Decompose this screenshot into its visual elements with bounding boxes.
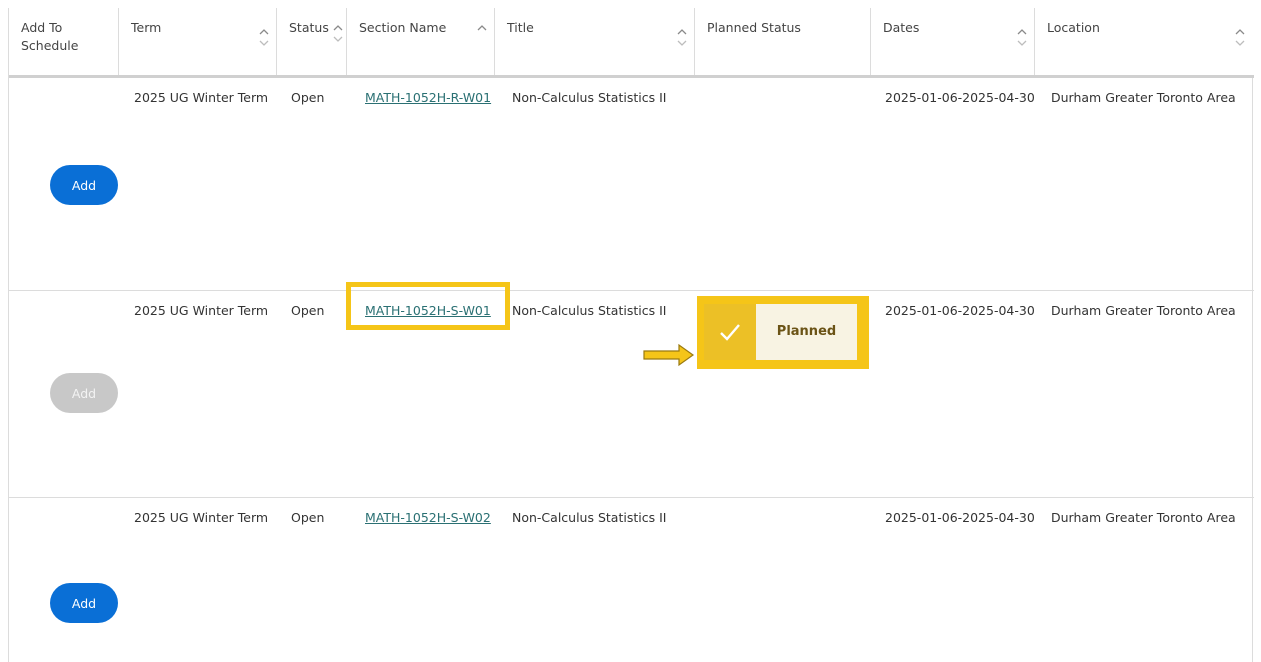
title-cell: Non-Calculus Statistics II: [512, 303, 667, 318]
sort-up-down-icon[interactable]: [259, 28, 269, 48]
term-cell: 2025 UG Winter Term: [134, 90, 269, 105]
term-cell: 2025 UG Winter Term: [134, 510, 269, 525]
column-header-add-to-schedule: Add To Schedule: [9, 8, 119, 75]
column-header-label: Title: [507, 20, 534, 35]
title-cell: Non-Calculus Statistics II: [512, 90, 667, 105]
location-cell: Durham Greater Toronto Area: [1051, 303, 1236, 318]
section-name-link[interactable]: MATH-1052H-R-W01: [365, 90, 491, 105]
add-button-disabled: Add: [50, 373, 118, 413]
planned-status-badge: Planned: [756, 304, 857, 360]
location-cell: Durham Greater Toronto Area: [1051, 90, 1236, 105]
title-cell: Non-Calculus Statistics II: [512, 510, 667, 525]
sort-up-down-icon[interactable]: [677, 28, 687, 48]
table-header: Add To Schedule Term Status Section Name…: [9, 8, 1254, 78]
column-header-label: Section Name: [359, 20, 447, 35]
section-name-link[interactable]: MATH-1052H-S-W02: [365, 510, 491, 525]
checkmark-icon: [704, 304, 756, 360]
status-cell: Open: [291, 303, 325, 318]
dates-cell: 2025-01-06-2025-04-30: [885, 510, 1035, 525]
sort-up-down-icon[interactable]: [1235, 28, 1245, 48]
sort-up-down-icon[interactable]: [1017, 28, 1027, 48]
dates-cell: 2025-01-06-2025-04-30: [885, 303, 1035, 318]
column-header-status[interactable]: Status: [277, 8, 347, 75]
column-header-label: Location: [1047, 20, 1100, 35]
column-header-term[interactable]: Term: [119, 8, 277, 75]
dates-cell: 2025-01-06-2025-04-30: [885, 90, 1035, 105]
column-header-label: Term: [131, 20, 162, 35]
column-header-label: Dates: [883, 20, 920, 35]
sort-up-down-icon[interactable]: [333, 24, 343, 44]
column-header-label: Add To Schedule: [21, 20, 79, 53]
column-header-dates[interactable]: Dates: [871, 8, 1035, 75]
course-sections-table: Add To Schedule Term Status Section Name…: [8, 8, 1254, 662]
location-cell: Durham Greater Toronto Area: [1051, 510, 1236, 525]
column-header-section-name[interactable]: Section Name: [347, 8, 495, 75]
add-button[interactable]: Add: [50, 583, 118, 623]
section-highlight-box: [346, 282, 510, 330]
table-row: Add 2025 UG Winter Term Open MATH-1052H-…: [9, 291, 1254, 498]
column-header-title[interactable]: Title: [495, 8, 695, 75]
table-row: Add 2025 UG Winter Term Open MATH-1052H-…: [9, 78, 1254, 291]
table-row: Add 2025 UG Winter Term Open MATH-1052H-…: [9, 498, 1254, 662]
status-cell: Open: [291, 90, 325, 105]
status-cell: Open: [291, 510, 325, 525]
column-header-label: Planned Status: [707, 20, 801, 35]
sort-up-icon[interactable]: [477, 24, 487, 44]
planned-status-highlight: Planned: [697, 296, 869, 369]
add-button[interactable]: Add: [50, 165, 118, 205]
column-header-planned-status: Planned Status: [695, 8, 871, 75]
term-cell: 2025 UG Winter Term: [134, 303, 269, 318]
arrow-right-icon: [635, 342, 697, 371]
column-header-location[interactable]: Location: [1035, 8, 1254, 75]
column-header-label: Status: [289, 20, 329, 35]
